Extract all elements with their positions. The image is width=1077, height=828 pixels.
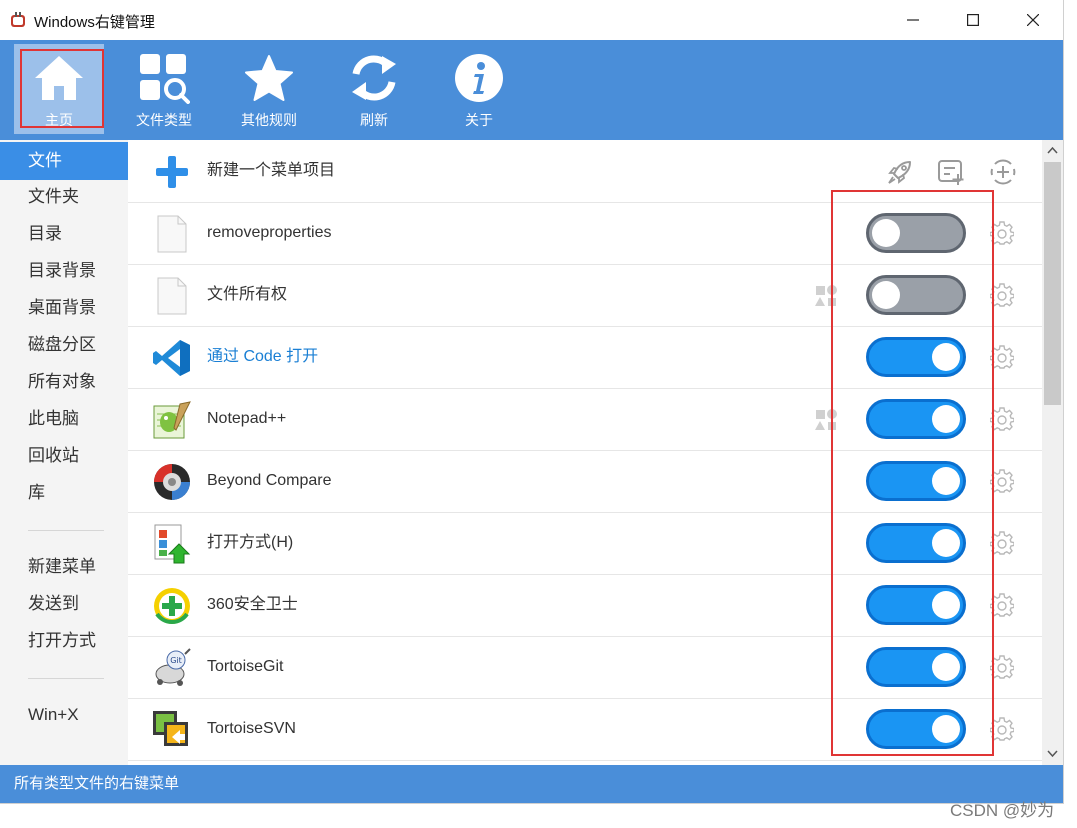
vscode-icon	[152, 338, 192, 378]
sidebar-divider	[28, 678, 104, 679]
sidebar-item-disk-partition[interactable]: 磁盘分区	[0, 327, 128, 363]
add-circle-icon[interactable]	[989, 158, 1017, 186]
new-menu-item-label: 新建一个菜单项目	[207, 162, 336, 179]
sidebar-item-open-with[interactable]: 打开方式	[0, 623, 128, 659]
watermark: CSDN @妙为	[950, 801, 1055, 820]
sidebar-item-send-to[interactable]: 发送到	[0, 586, 128, 622]
beyond-compare-icon	[152, 462, 192, 502]
vertical-scrollbar[interactable]	[1042, 140, 1063, 765]
360-icon	[152, 586, 192, 626]
plus-icon	[152, 152, 192, 192]
scroll-down-icon[interactable]	[1047, 750, 1058, 758]
tortoisegit-icon: Git	[152, 648, 192, 688]
tool-label: 文件类型	[136, 112, 192, 128]
status-bar: 所有类型文件的右键菜单	[0, 765, 1063, 803]
tool-label: 刷新	[360, 112, 388, 128]
file-types-search-icon	[136, 50, 192, 106]
star-icon	[241, 50, 297, 106]
minimize-button[interactable]	[883, 0, 943, 40]
tool-other-rules[interactable]: 其他规则	[224, 44, 314, 134]
sidebar-item-directory[interactable]: 目录	[0, 216, 128, 252]
tool-about[interactable]: 关于	[434, 44, 524, 134]
blank-file-icon	[152, 276, 192, 316]
tool-label: 其他规则	[241, 112, 297, 128]
add-list-icon[interactable]	[937, 158, 965, 186]
sidebar-divider	[28, 530, 104, 531]
sidebar-item-file[interactable]: 文件	[0, 142, 128, 180]
sidebar: 文件 文件夹 目录 目录背景 桌面背景 磁盘分区 所有对象 此电脑 回收站 库 …	[0, 140, 128, 765]
menu-item-label: 360安全卫士	[207, 596, 298, 613]
title-bar: Windows右键管理	[0, 0, 1063, 40]
menu-item-label: TortoiseSVN	[207, 720, 296, 737]
tool-label: 关于	[465, 112, 493, 128]
info-icon	[451, 50, 507, 106]
tool-refresh[interactable]: 刷新	[329, 44, 419, 134]
sidebar-item-desktop-background[interactable]: 桌面背景	[0, 290, 128, 326]
svg-text:Git: Git	[170, 656, 182, 665]
menu-item-label: 打开方式(H)	[207, 534, 294, 551]
close-icon	[1027, 14, 1039, 26]
sidebar-item-this-pc[interactable]: 此电脑	[0, 401, 128, 437]
highlight-box-toggles	[831, 190, 994, 756]
menu-item-label: 文件所有权	[207, 286, 288, 303]
sidebar-item-recycle-bin[interactable]: 回收站	[0, 438, 128, 474]
tool-file-types[interactable]: 文件类型	[119, 44, 209, 134]
open-with-icon	[152, 524, 192, 564]
toolbar: 主页 文件类型 其他规则 刷新 关于	[0, 40, 1063, 140]
maximize-icon	[967, 14, 979, 26]
menu-item-label: Notepad++	[207, 410, 287, 427]
minimize-icon	[907, 19, 919, 21]
sidebar-item-directory-background[interactable]: 目录背景	[0, 253, 128, 289]
window-title: Windows右键管理	[34, 14, 155, 31]
scrollbar-thumb[interactable]	[1044, 162, 1061, 405]
app-icon	[11, 12, 25, 27]
blank-file-icon	[152, 214, 192, 254]
sidebar-item-library[interactable]: 库	[0, 475, 128, 511]
scroll-up-icon[interactable]	[1047, 146, 1058, 154]
menu-item-label: removeproperties	[207, 224, 332, 241]
sidebar-item-folder[interactable]: 文件夹	[0, 179, 128, 215]
menu-item-label: 通过 Code 打开	[207, 348, 319, 365]
refresh-icon	[346, 50, 402, 106]
menu-item-label: TortoiseGit	[207, 658, 284, 675]
menu-item-label: Beyond Compare	[207, 472, 332, 489]
sidebar-item-all-objects[interactable]: 所有对象	[0, 364, 128, 400]
rocket-icon[interactable]	[886, 158, 914, 186]
sidebar-item-win-x[interactable]: Win+X	[0, 697, 128, 733]
notepadpp-icon	[152, 400, 192, 440]
close-button[interactable]	[1003, 0, 1063, 40]
highlight-box-home	[20, 49, 104, 128]
sidebar-item-new-menu[interactable]: 新建菜单	[0, 549, 128, 585]
maximize-button[interactable]	[943, 0, 1003, 40]
tortoisesvn-icon	[152, 710, 192, 750]
